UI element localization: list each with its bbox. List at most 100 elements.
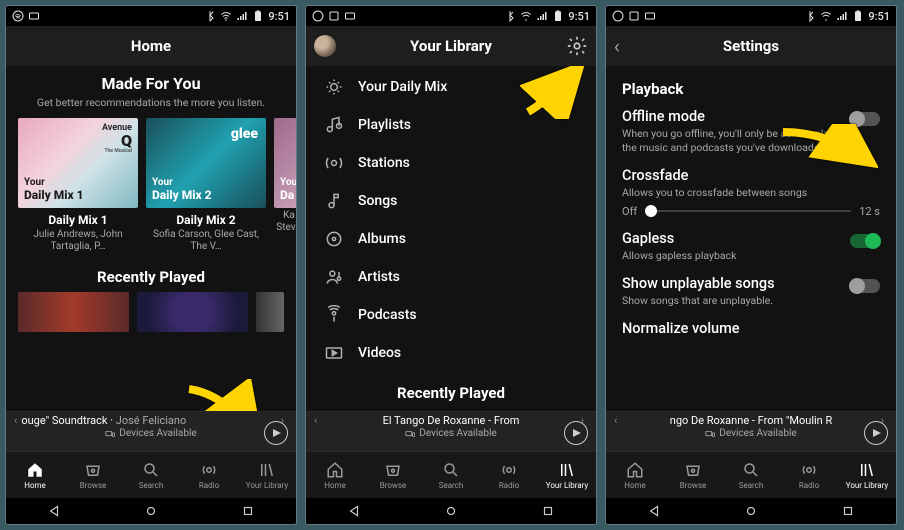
devices-available[interactable]: Devices Available	[614, 428, 888, 439]
songs-icon	[324, 191, 344, 211]
playlists-icon	[324, 115, 344, 135]
library-item-songs[interactable]: Songs	[306, 182, 596, 220]
setting-offline-mode: Offline mode When you go offline, you'll…	[622, 108, 880, 155]
nav-back[interactable]	[647, 504, 661, 518]
nav-home[interactable]	[744, 504, 758, 518]
tab-search[interactable]: Search	[422, 452, 480, 498]
outlook-status-icon	[644, 10, 656, 22]
header: Home	[6, 26, 296, 66]
play-button[interactable]	[264, 421, 288, 445]
devices-icon	[405, 429, 415, 439]
bluetooth-icon	[204, 10, 216, 22]
settings-gear-button[interactable]	[566, 35, 588, 57]
recent-item-1[interactable]	[18, 292, 129, 332]
status-time: 9:51	[268, 10, 290, 23]
nav-home[interactable]	[144, 504, 158, 518]
library-item-videos[interactable]: Videos	[306, 334, 596, 372]
label: Songs	[358, 193, 397, 209]
phone-library: 9:51 Your Library Your Da	[306, 6, 596, 524]
library-item-stations[interactable]: Stations	[306, 144, 596, 182]
now-playing-bar[interactable]: ‹ ouge" Soundtrack · José Feliciano › De…	[6, 411, 296, 451]
crossfade-slider[interactable]	[645, 210, 851, 212]
daily-mix-2-card[interactable]: glee Your Daily Mix 2 Daily Mix 2 Sofia …	[146, 118, 266, 254]
picture-status-icon	[628, 10, 640, 22]
status-bar: 9:51	[306, 6, 596, 26]
nav-recent[interactable]	[841, 504, 855, 518]
tab-bar: Home Browse Search Radio Your Library	[6, 451, 296, 498]
library-item-podcasts[interactable]: Podcasts	[306, 296, 596, 334]
tab-bar: Home Browse Search Radio Your Library	[606, 451, 896, 498]
nav-back[interactable]	[347, 504, 361, 518]
phone-settings: 9:51 ‹ Settings Playback Offline mode Wh…	[606, 6, 896, 524]
tab-browse[interactable]: Browse	[364, 452, 422, 498]
now-playing-bar[interactable]: ‹ ngo De Roxanne - From "Moulin R › Devi…	[606, 411, 896, 451]
status-bar: 9:51	[606, 6, 896, 26]
recent-item-3[interactable]	[256, 292, 284, 332]
recently-played-title: Recently Played	[306, 384, 596, 402]
setting-desc: Allows you to crossfade between songs	[622, 186, 880, 200]
nav-home[interactable]	[444, 504, 458, 518]
setting-desc: When you go offline, you'll only be able…	[622, 127, 836, 155]
tab-search[interactable]: Search	[722, 452, 780, 498]
wifi-icon	[820, 10, 832, 22]
chevron-left-icon: ‹	[14, 414, 17, 427]
phone-home: 9:51 Home Made For You Get better recomm…	[6, 6, 296, 524]
daily-mix-1-name: Daily Mix 1	[18, 213, 138, 227]
nav-recent[interactable]	[541, 504, 555, 518]
spotify-status-icon	[612, 10, 624, 22]
bluetooth-icon	[504, 10, 516, 22]
play-button[interactable]	[564, 421, 588, 445]
daily-mix-1-art: Avenue Q The Musical Your Daily Mix 1	[18, 118, 138, 208]
status-time: 9:51	[568, 10, 590, 23]
recently-played-title: Recently Played	[6, 268, 296, 286]
tab-home[interactable]: Home	[6, 452, 64, 498]
tab-radio[interactable]: Radio	[780, 452, 838, 498]
library-item-albums[interactable]: Albums	[306, 220, 596, 258]
daily-mix-1-card[interactable]: Avenue Q The Musical Your Daily Mix 1 Da…	[18, 118, 138, 254]
tab-home[interactable]: Home	[606, 452, 664, 498]
library-item-playlists[interactable]: Playlists	[306, 106, 596, 144]
setting-gapless: Gapless Allows gapless playback	[622, 230, 880, 263]
daily-mix-2-name: Daily Mix 2	[146, 213, 266, 227]
setting-desc: Show songs that are unplayable.	[622, 294, 836, 308]
tab-your-library[interactable]: Your Library	[838, 452, 896, 498]
tab-browse[interactable]: Browse	[664, 452, 722, 498]
library-item-artists[interactable]: Artists	[306, 258, 596, 296]
label: Albums	[358, 231, 406, 247]
gear-icon	[566, 35, 588, 57]
tab-radio[interactable]: Radio	[480, 452, 538, 498]
tab-your-library[interactable]: Your Library	[238, 452, 296, 498]
tab-bar: Home Browse Search Radio Your Library	[306, 451, 596, 498]
now-playing-bar[interactable]: ‹ El Tango De Roxanne - From › Devices A…	[306, 411, 596, 451]
tab-browse[interactable]: Browse	[64, 452, 122, 498]
section-playback: Playback	[622, 80, 880, 98]
outlook-status-icon	[28, 10, 40, 22]
made-for-you-title: Made For You	[6, 74, 296, 93]
show-unplayable-toggle[interactable]	[850, 279, 880, 293]
daily-mix-3-card[interactable]: Your Da Ka Stev…	[274, 118, 296, 254]
podcasts-icon	[324, 305, 344, 325]
spotify-status-icon	[12, 10, 24, 22]
tab-home[interactable]: Home	[306, 452, 364, 498]
setting-desc: Allows gapless playback	[622, 249, 836, 263]
tab-radio[interactable]: Radio	[180, 452, 238, 498]
tab-your-library[interactable]: Your Library	[538, 452, 596, 498]
gapless-toggle[interactable]	[850, 234, 880, 248]
library-item-daily-mix[interactable]: Your Daily Mix	[306, 68, 596, 106]
spotify-status-icon	[312, 10, 324, 22]
devices-available[interactable]: Devices Available	[314, 428, 588, 439]
recent-item-2[interactable]	[137, 292, 248, 332]
avatar[interactable]	[314, 35, 336, 57]
nav-recent[interactable]	[241, 504, 255, 518]
nav-back[interactable]	[47, 504, 61, 518]
chevron-left-icon: ‹	[614, 414, 617, 427]
android-nav	[606, 498, 896, 524]
offline-mode-toggle[interactable]	[850, 112, 880, 126]
play-button[interactable]	[864, 421, 888, 445]
devices-available[interactable]: Devices Available	[14, 428, 288, 439]
setting-title: Gapless	[622, 230, 836, 247]
android-nav	[306, 498, 596, 524]
back-button[interactable]: ‹	[614, 34, 620, 58]
tab-search[interactable]: Search	[122, 452, 180, 498]
outlook-status-icon	[344, 10, 356, 22]
